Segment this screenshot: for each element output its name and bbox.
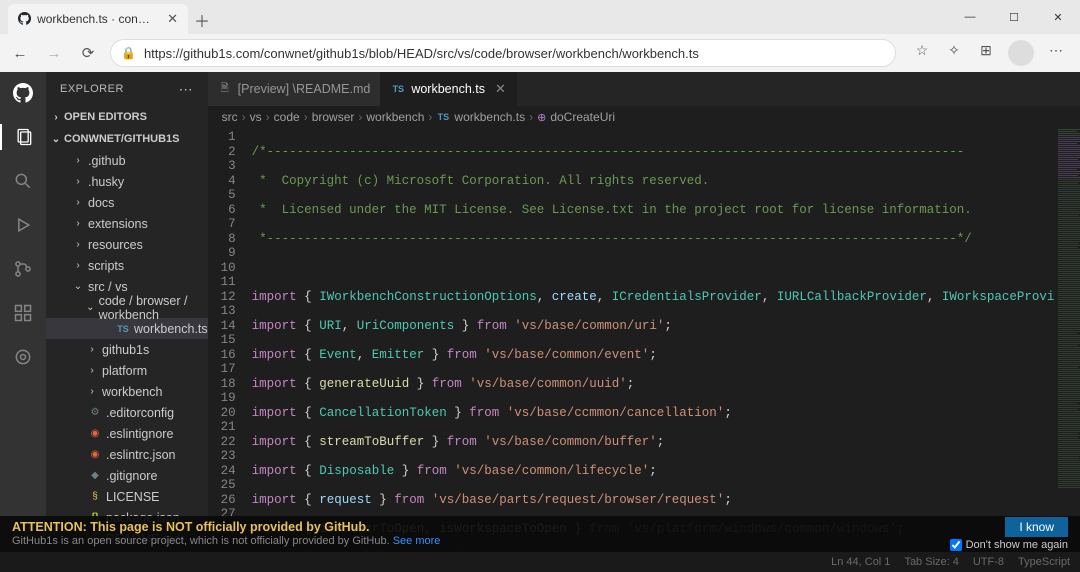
run-debug-icon[interactable] [10,212,36,238]
status-lncol[interactable]: Ln 44, Col 1 [831,556,890,568]
editor-tab-readme[interactable]: 🗎 [Preview] \README.md [208,72,382,106]
browser-tab-strip: workbench.ts · conwnet/github1 ✕ ＋ ― ☐ ✕ [0,0,1080,34]
tree-item[interactable]: ›resources [46,234,208,255]
tree-item[interactable]: ◆.gitignore [46,465,208,486]
tree-item[interactable]: ›.husky [46,171,208,192]
tree-item[interactable]: TSworkbench.ts [46,318,208,339]
vscode-root: EXPLORER ⋯ › OPEN EDITORS ⌄ CONWNET/GITH… [0,72,1080,552]
github-logo-icon[interactable] [10,80,36,106]
browser-tab-title: workbench.ts · conwnet/github1 [37,12,157,26]
editor-tab-bar: 🗎 [Preview] \README.md TS workbench.ts ✕… [208,72,1080,106]
forward-button[interactable]: → [42,41,66,65]
browser-tab[interactable]: workbench.ts · conwnet/github1 ✕ [8,4,188,34]
address-bar: ← → ⟳ 🔒 https://github1s.com/conwnet/git… [0,34,1080,72]
search-icon[interactable] [10,168,36,194]
tree-item[interactable]: ›github1s [46,339,208,360]
sidebar: EXPLORER ⋯ › OPEN EDITORS ⌄ CONWNET/GITH… [46,72,208,552]
new-tab-button[interactable]: ＋ [188,6,216,34]
dont-show-input[interactable] [950,539,962,551]
repo-section[interactable]: ⌄ CONWNET/GITHUB1S [46,128,208,150]
extensions-icon[interactable] [10,300,36,326]
open-editors-section[interactable]: › OPEN EDITORS [46,106,208,128]
breadcrumbs[interactable]: src› vs› code› browser› workbench› TS wo… [208,106,1080,128]
collections-icon[interactable]: ⊞ [976,40,996,60]
tree-item[interactable]: ›docs [46,192,208,213]
tree-item[interactable]: ◉.eslintignore [46,423,208,444]
tab-close-icon[interactable]: ✕ [167,11,178,27]
editor-tab-label: workbench.ts [411,82,485,96]
tree-item[interactable]: ›scripts [46,255,208,276]
line-gutter: 1234567891011121314151617181920212223242… [208,128,246,552]
url-input[interactable]: 🔒 https://github1s.com/conwnet/github1s/… [110,39,896,67]
reload-button[interactable]: ⟳ [76,41,100,65]
notification-subtitle: GitHub1s is an open source project, whic… [12,534,440,548]
sidebar-title: EXPLORER [60,83,124,95]
dont-show-checkbox[interactable]: Don't show me again [950,539,1068,551]
sidebar-header: EXPLORER ⋯ [46,72,208,106]
activity-bar [0,72,46,552]
minimize-button[interactable]: ― [948,0,992,34]
favorite-icon[interactable]: ☆ [912,40,932,60]
editor-tab-workbench[interactable]: TS workbench.ts ✕ [381,72,517,106]
minimap[interactable] [1054,128,1080,552]
status-encoding[interactable]: UTF-8 [973,556,1004,568]
function-icon: ⊕ [537,111,546,124]
lock-icon: 🔒 [121,46,136,60]
profile-avatar[interactable] [1008,40,1034,66]
see-more-link[interactable]: See more [393,535,441,547]
preview-icon: 🗎 [218,82,232,96]
notification-bar: ATTENTION: This page is NOT officially p… [0,516,1080,552]
url-text: https://github1s.com/conwnet/github1s/bl… [144,46,699,61]
github-favicon-icon [18,12,31,26]
tree-item[interactable]: ⌄code / browser / workbench [46,297,208,318]
code-content: /*--------------------------------------… [246,128,1055,552]
window-controls: ― ☐ ✕ [948,0,1080,34]
editor-area: 🗎 [Preview] \README.md TS workbench.ts ✕… [208,72,1080,552]
tree-item[interactable]: ›workbench [46,381,208,402]
tree-item[interactable]: ›platform [46,360,208,381]
file-tree: ›.github›.husky›docs›extensions›resource… [46,150,208,552]
menu-icon[interactable]: ⋯ [1046,40,1066,60]
maximize-button[interactable]: ☐ [992,0,1036,34]
tree-item[interactable]: ◉.eslintrc.json [46,444,208,465]
explorer-icon[interactable] [0,124,46,150]
ts-file-icon: TS [391,82,405,96]
status-lang[interactable]: TypeScript [1018,556,1070,568]
browser-chrome: workbench.ts · conwnet/github1 ✕ ＋ ― ☐ ✕… [0,0,1080,72]
open-editors-label: OPEN EDITORS [64,111,147,123]
chevron-down-icon: ⌄ [50,134,62,145]
extension-icon[interactable]: ✧ [944,40,964,60]
code-view[interactable]: 1234567891011121314151617181920212223242… [208,128,1080,552]
notification-title: ATTENTION: This page is NOT officially p… [12,520,440,534]
i-know-button[interactable]: I know [1005,517,1068,537]
close-tab-icon[interactable]: ✕ [495,81,506,97]
status-bar: Ln 44, Col 1 Tab Size: 4 UTF-8 TypeScrip… [0,552,1080,572]
ts-file-icon: TS [436,110,450,124]
tree-item[interactable]: §LICENSE [46,486,208,507]
tree-item[interactable]: ›.github [46,150,208,171]
close-window-button[interactable]: ✕ [1036,0,1080,34]
sidebar-more-icon[interactable]: ⋯ [179,81,194,98]
chevron-right-icon: › [50,112,62,123]
back-button[interactable]: ← [8,41,32,65]
source-control-icon[interactable] [10,256,36,282]
tree-item[interactable]: ⚙.editorconfig [46,402,208,423]
repo-label: CONWNET/GITHUB1S [64,133,180,145]
status-tabsize[interactable]: Tab Size: 4 [904,556,958,568]
sponsor-icon[interactable] [10,344,36,370]
editor-tab-label: [Preview] \README.md [238,82,371,96]
tree-item[interactable]: ›extensions [46,213,208,234]
